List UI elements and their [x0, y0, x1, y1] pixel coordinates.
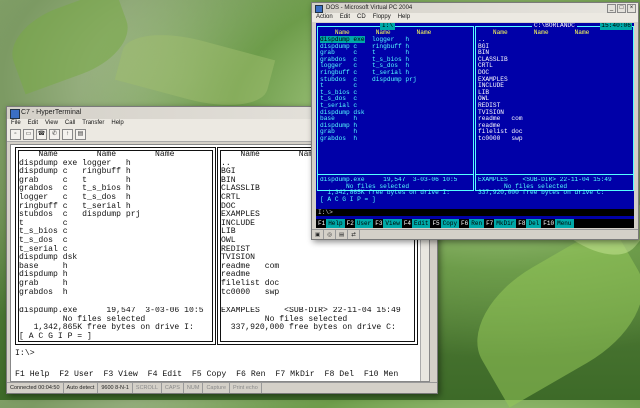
- menu-help[interactable]: Help: [111, 119, 123, 128]
- capture-indicator: Capture: [203, 383, 231, 393]
- function-key-bar[interactable]: F1 Help F2 User F3 View F4 Edit F5 Copy …: [15, 370, 398, 379]
- function-key-view[interactable]: View: [383, 219, 402, 228]
- menu-floppy[interactable]: Floppy: [373, 13, 391, 22]
- menu-edit[interactable]: Edit: [340, 13, 350, 22]
- clock: 15:40:06: [600, 23, 632, 30]
- network-icon: ⇄: [348, 230, 360, 239]
- menu-call[interactable]: Call: [65, 119, 75, 128]
- scroll-indicator: SCROLL: [133, 383, 162, 393]
- cd-icon: ◎: [324, 230, 337, 239]
- dos-titlebar[interactable]: DOS - Microsoft Virtual PC 2004 _ □ ×: [312, 3, 638, 13]
- function-key-copy[interactable]: Copy: [440, 219, 460, 228]
- caps-indicator: CAPS: [162, 383, 184, 393]
- left-panel-column-1: dispdump exe dispdump c grab c grabdos c…: [320, 36, 365, 143]
- window-title: C7 - HyperTerminal: [21, 109, 82, 116]
- file-entry[interactable]: grabdos h: [320, 135, 357, 142]
- right-panel-divider: [476, 174, 633, 175]
- command-prompt[interactable]: I:\>: [316, 209, 634, 216]
- menu-help[interactable]: Help: [398, 13, 410, 22]
- send-icon[interactable]: ↑: [62, 129, 73, 140]
- vpc-status-bar: ▣ ◎ ▤ ⇄: [312, 229, 638, 239]
- left-panel-info: dispdump.exe 19,547 3-03-06 10:5 No file…: [19, 307, 204, 341]
- function-key-user[interactable]: User: [354, 219, 374, 228]
- menubar: Action Edit CD Floppy Help: [312, 13, 638, 22]
- disconnect-icon[interactable]: ✆: [49, 129, 60, 140]
- detect-mode: Auto detect: [64, 383, 99, 393]
- function-key-number: F8: [518, 220, 526, 227]
- menu-file[interactable]: File: [11, 119, 21, 128]
- minimize-button[interactable]: _: [607, 4, 616, 13]
- left-panel-info: dispdump.exe 19,547 3-03-06 10:5 No file…: [320, 177, 458, 203]
- num-indicator: NUM: [184, 383, 204, 393]
- dos-screen[interactable]: I:\ C:\BORLANDC 15:40:06 Name Name Name …: [316, 23, 634, 228]
- right-panel-info: EXAMPLES <SUB-DIR> 22-11-04 15:49 No fil…: [478, 177, 612, 197]
- connection-time: Connected 00:04:50: [7, 383, 64, 393]
- connect-icon[interactable]: ☎: [36, 129, 47, 140]
- function-key-number: F4: [403, 220, 412, 227]
- print-echo-indicator: Print echo: [230, 383, 262, 393]
- status-bar: Connected 00:04:50 Auto detect 9600 8-N-…: [7, 382, 437, 393]
- window-controls: _ □ ×: [607, 4, 636, 13]
- right-panel-info: EXAMPLES <SUB-DIR> 22-11-04 15:49 No fil…: [221, 307, 401, 333]
- virtual-pc-window[interactable]: DOS - Microsoft Virtual PC 2004 _ □ × Ac…: [311, 2, 639, 240]
- window-title: DOS - Microsoft Virtual PC 2004: [326, 5, 413, 11]
- menu-action[interactable]: Action: [316, 13, 333, 22]
- vpc-icon: [315, 5, 323, 13]
- function-key-number: F10: [543, 220, 555, 227]
- floppy-icon: ▤: [336, 230, 349, 239]
- right-panel-column-1: .. BGI BIN CLASSLIB CRTL DOC EXAMPLES IN…: [478, 36, 523, 142]
- function-key-number: F5: [432, 220, 440, 227]
- function-key-edit[interactable]: Edit: [412, 219, 431, 228]
- function-key-help[interactable]: Help: [326, 219, 345, 228]
- function-key-del[interactable]: Del: [526, 219, 542, 228]
- function-key-number: F6: [461, 220, 469, 227]
- maximize-button[interactable]: □: [617, 4, 626, 13]
- menu-cd[interactable]: CD: [357, 13, 366, 22]
- command-prompt[interactable]: I:\>: [15, 349, 35, 358]
- menu-edit[interactable]: Edit: [28, 119, 38, 128]
- new-connection-icon[interactable]: ▫: [10, 129, 21, 140]
- function-key-bar: F1 Help F2 User F3 View F4 Edit F5 Copy F6 Ren F7 MkD…: [316, 219, 634, 228]
- function-key-ren[interactable]: Ren: [469, 219, 485, 228]
- function-key-number: F7: [486, 220, 494, 227]
- wallpaper-leaf: [114, 21, 276, 119]
- properties-icon[interactable]: ▤: [75, 129, 86, 140]
- function-key-number: F1: [318, 220, 326, 227]
- function-key-number: F3: [375, 220, 383, 227]
- function-key-number: F2: [346, 220, 354, 227]
- menu-view[interactable]: View: [45, 119, 58, 128]
- left-panel-divider: [318, 174, 473, 175]
- hdd-icon: ▣: [312, 230, 325, 239]
- function-key-mkdir[interactable]: MkDir: [494, 219, 517, 228]
- left-panel-column-2: logger h ringbuff h t h t_s_bios h t_s_d…: [372, 36, 417, 83]
- close-button[interactable]: ×: [627, 4, 636, 13]
- open-icon[interactable]: ▭: [23, 129, 34, 140]
- phone-icon: [10, 109, 20, 119]
- function-key-menu[interactable]: Menu: [555, 219, 574, 228]
- menu-transfer[interactable]: Transfer: [82, 119, 104, 128]
- left-panel-listing: Name Name Name dispdump exe logger h dis…: [19, 151, 175, 297]
- port-settings: 9600 8-N-1: [98, 383, 133, 393]
- right-column-headers: Name Name Name: [478, 29, 597, 36]
